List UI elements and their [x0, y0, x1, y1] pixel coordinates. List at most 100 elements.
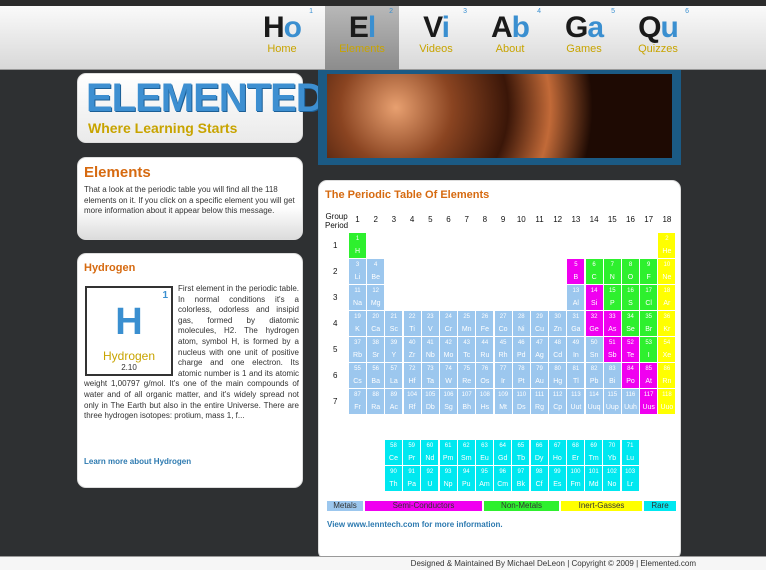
element-cell-tb[interactable]: 65 Tb [512, 440, 530, 465]
element-cell-bk[interactable]: 97 Bk [512, 466, 530, 491]
element-cell-nd[interactable]: 60 Nd [421, 440, 439, 465]
element-cell-at[interactable]: 85 At [640, 363, 658, 388]
element-cell-cd[interactable]: 48 Cd [549, 337, 567, 362]
element-cell-yb[interactable]: 70 Yb [603, 440, 621, 465]
element-cell-es[interactable]: 99 Es [548, 466, 566, 491]
element-cell-k[interactable]: 19 K [349, 311, 366, 336]
element-cell-sn[interactable]: 50 Sn [585, 337, 603, 362]
element-cell-c[interactable]: 6C [585, 259, 603, 284]
element-cell-si[interactable]: 14 Si [585, 285, 603, 310]
element-cell-ra[interactable]: 88 Ra [367, 389, 385, 414]
element-cell-in[interactable]: 49 In [567, 337, 585, 362]
nav-tab-home[interactable]: 1 Ho Home [245, 6, 319, 70]
element-cell-co[interactable]: 27 Co [494, 311, 512, 336]
element-cell-cl[interactable]: 17 Cl [640, 285, 658, 310]
element-cell-b[interactable]: 5B [567, 259, 585, 284]
element-cell-kr[interactable]: 36 Kr [658, 311, 676, 336]
element-cell-y[interactable]: 39 Y [385, 337, 403, 362]
element-cell-tl[interactable]: 81 Tl [567, 363, 585, 388]
nav-tab-quizzes[interactable]: 6 Qu Quizzes [621, 6, 695, 70]
element-cell-ar[interactable]: 18 Ar [658, 285, 676, 310]
element-cell-br[interactable]: 35 Br [640, 311, 658, 336]
element-cell-pm[interactable]: 61 Pm [439, 440, 457, 465]
element-cell-cf[interactable]: 98 Cf [530, 466, 548, 491]
element-cell-h[interactable]: 1H [349, 233, 366, 258]
element-cell-ir[interactable]: 77 Ir [494, 363, 512, 388]
element-cell-er[interactable]: 68 Er [567, 440, 584, 465]
element-cell-sg[interactable]: 106 Sg [440, 389, 457, 414]
element-cell-au[interactable]: 79 Au [531, 363, 548, 388]
element-cell-pu[interactable]: 94 Pu [457, 466, 475, 491]
element-cell-pd[interactable]: 46 Pd [512, 337, 530, 362]
element-cell-ca[interactable]: 20 Ca [367, 311, 385, 336]
element-cell-fe[interactable]: 26 Fe [476, 311, 494, 336]
element-cell-zr[interactable]: 40 Zr [403, 337, 421, 362]
element-cell-ni[interactable]: 28 Ni [512, 311, 530, 336]
element-cell-be[interactable]: 4 Be [367, 259, 385, 284]
element-cell-f[interactable]: 9F [640, 259, 658, 284]
learn-more-link[interactable]: Learn more about Hydrogen [84, 457, 191, 466]
element-cell-ta[interactable]: 73 Ta [421, 363, 439, 388]
element-cell-la[interactable]: 57 La [385, 363, 403, 388]
element-cell-bi[interactable]: 83 Bi [603, 363, 621, 388]
element-cell-sm[interactable]: 62 Sm [457, 440, 475, 465]
element-cell-as[interactable]: 33 As [603, 311, 621, 336]
element-cell-p[interactable]: 15 P [603, 285, 621, 310]
element-cell-se[interactable]: 34 Se [622, 311, 639, 336]
element-cell-ac[interactable]: 89 Ac [385, 389, 403, 414]
element-cell-ti[interactable]: 22 Ti [403, 311, 421, 336]
element-cell-cr[interactable]: 24 Cr [440, 311, 457, 336]
element-cell-v[interactable]: 23 V [421, 311, 439, 336]
element-cell-uuo[interactable]: 118 Uuo [658, 389, 676, 414]
element-cell-hf[interactable]: 72 Hf [403, 363, 421, 388]
element-cell-ag[interactable]: 47 Ag [531, 337, 548, 362]
element-cell-rf[interactable]: 104 Rf [403, 389, 421, 414]
element-cell-sc[interactable]: 21 Sc [385, 311, 403, 336]
element-cell-md[interactable]: 101 Md [585, 466, 603, 491]
element-cell-th[interactable]: 90 Th [385, 466, 402, 491]
element-cell-sb[interactable]: 51 Sb [603, 337, 621, 362]
element-cell-uuq[interactable]: 114 Uuq [585, 389, 603, 414]
element-cell-lu[interactable]: 71 Lu [621, 440, 639, 465]
element-cell-na[interactable]: 11 Na [349, 285, 366, 310]
element-cell-te[interactable]: 52 Te [622, 337, 639, 362]
element-cell-cp[interactable]: 112 Cp [549, 389, 567, 414]
element-cell-db[interactable]: 105 Db [421, 389, 439, 414]
element-cell-hg[interactable]: 80 Hg [549, 363, 567, 388]
element-cell-os[interactable]: 76 Os [476, 363, 494, 388]
element-cell-zn[interactable]: 30 Zn [549, 311, 567, 336]
nav-tab-about[interactable]: 4 Ab About [473, 6, 547, 70]
element-cell-ga[interactable]: 31 Ga [567, 311, 585, 336]
element-cell-mg[interactable]: 12 Mg [367, 285, 385, 310]
element-cell-pr[interactable]: 59 Pr [403, 440, 421, 465]
source-link[interactable]: View www.lenntech.com for more informati… [327, 520, 503, 529]
element-cell-rh[interactable]: 45 Rh [494, 337, 512, 362]
site-logo[interactable]: ELEMENTED Where Learning Starts [77, 73, 325, 143]
element-cell-re[interactable]: 75 Re [458, 363, 476, 388]
element-cell-po[interactable]: 84 Po [622, 363, 639, 388]
element-cell-mo[interactable]: 42 Mo [440, 337, 457, 362]
element-cell-li[interactable]: 3 Li [349, 259, 366, 284]
element-cell-lr[interactable]: 103 Lr [621, 466, 639, 491]
element-cell-nb[interactable]: 41 Nb [421, 337, 439, 362]
element-cell-mn[interactable]: 25 Mn [458, 311, 476, 336]
element-cell-tm[interactable]: 69 Tm [585, 440, 603, 465]
element-cell-w[interactable]: 74 W [440, 363, 457, 388]
element-cell-uuh[interactable]: 116 Uuh [622, 389, 639, 414]
nav-tab-elements[interactable]: 2 El Elements [325, 6, 399, 70]
element-cell-fm[interactable]: 100 Fm [567, 466, 584, 491]
element-cell-i[interactable]: 53 I [640, 337, 658, 362]
element-cell-ba[interactable]: 56 Ba [367, 363, 385, 388]
element-cell-pb[interactable]: 82 Pb [585, 363, 603, 388]
element-cell-rg[interactable]: 111 Rg [531, 389, 548, 414]
element-cell-gd[interactable]: 64 Gd [494, 440, 512, 465]
element-cell-ho[interactable]: 67 Ho [548, 440, 566, 465]
element-cell-sr[interactable]: 38 Sr [367, 337, 385, 362]
element-cell-pa[interactable]: 91 Pa [403, 466, 421, 491]
element-cell-tc[interactable]: 43 Tc [458, 337, 476, 362]
element-cell-o[interactable]: 8O [622, 259, 639, 284]
element-cell-eu[interactable]: 63 Eu [476, 440, 493, 465]
element-cell-hs[interactable]: 108 Hs [476, 389, 494, 414]
nav-tab-videos[interactable]: 3 Vi Videos [399, 6, 473, 70]
element-cell-dy[interactable]: 66 Dy [530, 440, 548, 465]
